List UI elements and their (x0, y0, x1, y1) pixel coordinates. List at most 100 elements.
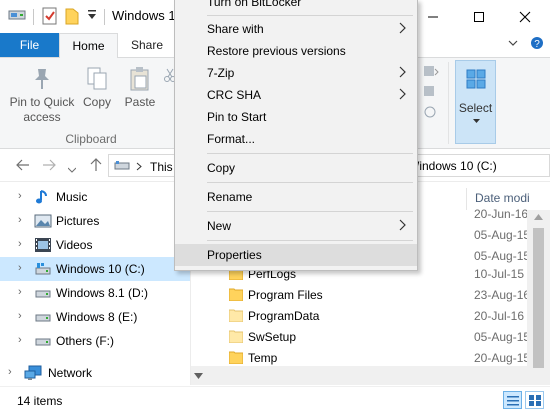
menu-item-copy[interactable]: Copy (175, 157, 417, 179)
menu-item-new[interactable]: New (175, 215, 417, 237)
file-date: 05-Aug-15 (474, 330, 531, 344)
chevron-right-icon[interactable]: › (18, 310, 22, 322)
scrollbar-thumb[interactable] (533, 228, 544, 368)
breadcrumb-this-pc[interactable]: This (150, 160, 173, 174)
recent-locations-icon[interactable] (67, 160, 77, 176)
nav-item-label: Pictures (56, 214, 100, 228)
menu-item-format[interactable]: Format... (175, 128, 417, 150)
menu-item-label: Restore previous versions (207, 44, 346, 58)
nav-item-label: Others (F:) (56, 334, 115, 348)
nav-item-others-f[interactable]: › Others (F:) (0, 329, 190, 353)
tab-home[interactable]: Home (59, 33, 118, 58)
nav-item-windows-8-e[interactable]: › Windows 8 (E:) (0, 305, 190, 329)
ribbon-separator (448, 62, 449, 144)
chevron-right-icon[interactable]: › (18, 286, 22, 298)
nav-item-windows-10-c[interactable]: › Windows 10 (C:) (0, 257, 190, 281)
menu-item-label: New (207, 219, 232, 233)
nav-item-windows-8-1-d[interactable]: › Windows 8.1 (D:) (0, 281, 190, 305)
menu-item-label: Pin to Start (207, 110, 267, 124)
nav-item-label: Music (56, 190, 88, 204)
music-icon (36, 190, 47, 204)
forward-icon[interactable] (42, 158, 56, 174)
chevron-down-icon (473, 119, 480, 123)
nav-item-label: Windows 10 (C:) (56, 262, 145, 276)
paste-icon (130, 67, 149, 91)
drive-icon (35, 290, 51, 298)
vertical-scrollbar[interactable] (527, 210, 550, 385)
ribbon-expand-icon[interactable] (508, 37, 518, 51)
file-row[interactable]: ProgramData 20-Jul-16 (191, 306, 527, 327)
help-icon[interactable]: ? (530, 36, 544, 53)
chevron-right-icon[interactable]: › (18, 190, 22, 202)
large-icons-view-icon (529, 395, 541, 406)
copy-label: Copy (82, 95, 111, 109)
chevron-right-icon[interactable]: › (18, 334, 22, 346)
new-folder-icon[interactable] (65, 7, 79, 25)
pin-to-quick-access-button[interactable]: Pin to Quick access (6, 66, 78, 125)
large-icons-view-button[interactable] (525, 391, 544, 409)
maximize-button[interactable] (456, 0, 502, 33)
menu-item-restore-previous-versions[interactable]: Restore previous versions (175, 40, 417, 62)
file-date: 10-Jul-15 (474, 267, 525, 281)
menu-item-share-with[interactable]: Share with (175, 18, 417, 40)
windows-drive-icon (35, 263, 51, 275)
chevron-right-icon[interactable]: › (18, 238, 22, 250)
drive-icon (114, 161, 130, 170)
nav-item-network[interactable]: › Network (0, 361, 190, 385)
file-date: 20-Jun-16 (474, 207, 529, 221)
customize-dropdown-icon[interactable] (87, 7, 97, 21)
close-button[interactable] (502, 0, 548, 33)
file-name: SwSetup (248, 330, 297, 344)
file-date: 20-Jul-16 (474, 309, 525, 323)
pin-icon (35, 69, 49, 89)
nav-item-music[interactable]: › Music (0, 185, 190, 209)
menu-item-properties[interactable]: Properties (175, 244, 417, 266)
status-bar: 14 items (0, 386, 550, 413)
menu-separator (207, 15, 413, 16)
nav-item-pictures[interactable]: › Pictures (0, 209, 190, 233)
menu-item-label: Share with (207, 22, 264, 36)
menu-item-pin-to-start[interactable]: Pin to Start (175, 106, 417, 128)
window-title: Windows 10 (112, 8, 183, 23)
tab-share[interactable]: Share (120, 33, 174, 57)
pin-label-line2: access (23, 110, 61, 124)
up-icon[interactable] (90, 158, 102, 175)
properties-check-icon[interactable] (42, 7, 58, 25)
menu-item-turn-on-bitlocker[interactable]: Turn on BitLocker (175, 0, 417, 13)
select-grid-icon (466, 69, 486, 89)
paste-button[interactable]: Paste (120, 66, 160, 110)
menu-item-rename[interactable]: Rename (175, 186, 417, 208)
nav-item-label: Windows 8.1 (D:) (56, 286, 149, 300)
chevron-right-icon[interactable]: › (18, 262, 22, 274)
menu-item-label: Rename (207, 190, 253, 204)
nav-item-label: Videos (56, 238, 93, 252)
back-icon[interactable] (16, 158, 30, 174)
qat-separator (104, 9, 105, 25)
file-row[interactable]: Program Files 23-Aug-16 (191, 285, 531, 306)
menu-separator (207, 182, 413, 183)
minimize-icon (428, 16, 438, 17)
videos-icon (35, 238, 51, 252)
nav-item-videos[interactable]: › Videos (0, 233, 190, 257)
file-row[interactable]: SwSetup 05-Aug-15 (191, 327, 531, 348)
chevron-right-icon[interactable]: › (18, 214, 22, 226)
scroll-up-icon[interactable] (534, 214, 543, 220)
tab-file[interactable]: File (0, 33, 59, 57)
file-date: 05-Aug-15 (474, 249, 531, 263)
horizontal-scrollbar[interactable] (191, 366, 527, 385)
chevron-right-icon[interactable]: › (8, 366, 12, 378)
qat-separator (33, 9, 34, 25)
select-button[interactable]: Select (455, 60, 496, 144)
folder-icon (229, 309, 243, 322)
file-date: 20-Aug-15 (474, 351, 531, 365)
details-view-button[interactable] (503, 391, 522, 409)
menu-item-label: Format... (207, 132, 256, 146)
file-name: Program Files (248, 288, 323, 302)
ribbon-more-icon[interactable] (420, 64, 442, 128)
copy-button[interactable]: Copy (80, 66, 114, 110)
menu-item-7-zip[interactable]: 7-Zip (175, 62, 417, 84)
nav-item-label: Network (48, 366, 93, 380)
menu-item-crc-sha[interactable]: CRC SHA (175, 84, 417, 106)
file-date: 23-Aug-16 (474, 288, 531, 302)
scroll-down-icon[interactable] (194, 373, 203, 379)
